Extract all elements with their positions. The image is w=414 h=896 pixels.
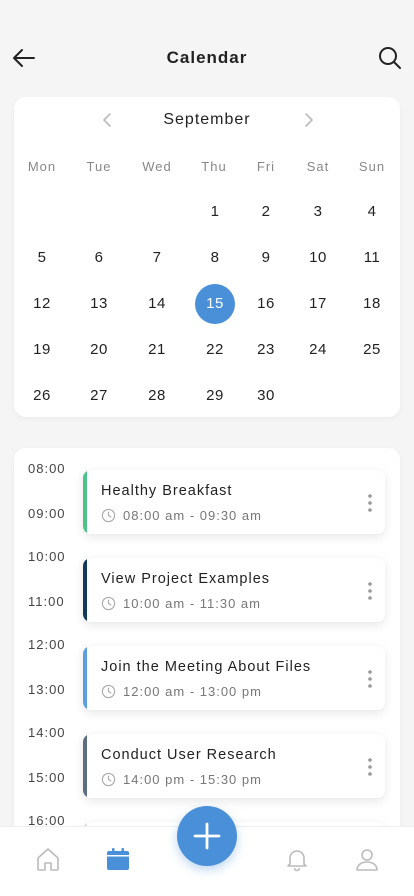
- event-card[interactable]: Conduct User Research 14:00 pm - 15:30 p…: [83, 734, 385, 798]
- more-vertical-icon[interactable]: [366, 669, 374, 689]
- calendar-day[interactable]: 14: [137, 284, 177, 324]
- calendar-day: [352, 376, 392, 416]
- time-label: 09:00: [28, 506, 66, 521]
- time-label: 10:00: [28, 549, 66, 564]
- calendar-day[interactable]: 13: [79, 284, 119, 324]
- event-time: 08:00 am - 09:30 am: [123, 508, 262, 523]
- calendar-day: [22, 192, 62, 232]
- home-icon[interactable]: [34, 845, 62, 873]
- calendar-day[interactable]: 24: [298, 330, 338, 370]
- event-title: Join the Meeting About Files: [101, 659, 312, 675]
- search-icon[interactable]: [376, 44, 404, 72]
- weekday-label: Fri: [256, 159, 276, 174]
- more-vertical-icon[interactable]: [366, 757, 374, 777]
- calendar-icon[interactable]: [104, 845, 132, 873]
- calendar-day[interactable]: 28: [137, 376, 177, 416]
- event-title: Healthy Breakfast: [101, 483, 233, 499]
- event-time: 12:00 am - 13:00 pm: [123, 684, 262, 699]
- clock-icon: [101, 508, 116, 523]
- time-label: 11:00: [28, 594, 65, 609]
- calendar-day[interactable]: 10: [298, 238, 338, 278]
- chevron-right-icon[interactable]: [300, 111, 318, 129]
- calendar-day[interactable]: 6: [79, 238, 119, 278]
- calendar-day[interactable]: 18: [352, 284, 392, 324]
- time-label: 12:00: [28, 637, 66, 652]
- time-label: 14:00: [28, 725, 66, 740]
- weekday-label: Wed: [142, 159, 172, 174]
- app-header: Calendar: [0, 0, 414, 96]
- calendar-day[interactable]: 23: [246, 330, 286, 370]
- weekday-label: Sun: [358, 159, 386, 174]
- event-time: 10:00 am - 11:30 am: [123, 596, 261, 611]
- calendar-day[interactable]: 9: [246, 238, 286, 278]
- calendar-day[interactable]: 22: [195, 330, 235, 370]
- calendar-day[interactable]: 7: [137, 238, 177, 278]
- calendar-day[interactable]: 8: [195, 238, 235, 278]
- event-title: View Project Examples: [101, 571, 271, 587]
- calendar-day[interactable]: 25: [352, 330, 392, 370]
- add-event-button[interactable]: [177, 806, 237, 866]
- event-title: Conduct User Research: [101, 747, 277, 763]
- more-vertical-icon[interactable]: [366, 581, 374, 601]
- weekday-label: Tue: [86, 159, 112, 174]
- bell-icon[interactable]: [283, 845, 311, 873]
- event-color-bar: [83, 646, 87, 710]
- clock-icon: [101, 684, 116, 699]
- event-color-bar: [83, 734, 87, 798]
- time-label: 08:00: [28, 461, 66, 476]
- event-color-bar: [83, 470, 87, 534]
- calendar-day[interactable]: 5: [22, 238, 62, 278]
- calendar-day[interactable]: 3: [298, 192, 338, 232]
- calendar-day[interactable]: 4: [352, 192, 392, 232]
- time-label: 15:00: [28, 770, 66, 785]
- calendar-day[interactable]: 11: [352, 238, 392, 278]
- calendar-day[interactable]: 12: [22, 284, 62, 324]
- month-label: September: [163, 111, 251, 128]
- calendar-day[interactable]: 1: [195, 192, 235, 232]
- calendar-day: [298, 376, 338, 416]
- add-icon: [193, 822, 221, 850]
- weekday-label: Sat: [306, 159, 330, 174]
- clock-icon: [101, 596, 116, 611]
- calendar-day[interactable]: 19: [22, 330, 62, 370]
- event-time: 14:00 pm - 15:30 pm: [123, 772, 262, 787]
- calendar-day[interactable]: 30: [246, 376, 286, 416]
- calendar-day-selected[interactable]: 15: [195, 284, 235, 324]
- weekday-label: Thu: [201, 159, 227, 174]
- weekday-label: Mon: [27, 159, 57, 174]
- calendar-day[interactable]: 16: [246, 284, 286, 324]
- calendar-day: [137, 192, 177, 232]
- more-vertical-icon[interactable]: [366, 493, 374, 513]
- calendar-day[interactable]: 21: [137, 330, 177, 370]
- calendar-day[interactable]: 20: [79, 330, 119, 370]
- time-label: 13:00: [28, 682, 66, 697]
- calendar-day: [79, 192, 119, 232]
- month-selector: September: [14, 97, 400, 143]
- clock-icon: [101, 772, 116, 787]
- profile-icon[interactable]: [353, 845, 381, 873]
- calendar-day[interactable]: 29: [195, 376, 235, 416]
- page-title: Calendar: [166, 48, 248, 67]
- event-card[interactable]: View Project Examples 10:00 am - 11:30 a…: [83, 558, 385, 622]
- calendar-card: September Mon Tue Wed Thu Fri Sat Sun 1 …: [14, 97, 400, 417]
- calendar-day[interactable]: 2: [246, 192, 286, 232]
- calendar-day[interactable]: 26: [22, 376, 62, 416]
- event-color-bar: [83, 558, 87, 622]
- calendar-day[interactable]: 27: [79, 376, 119, 416]
- event-card[interactable]: Join the Meeting About Files 12:00 am - …: [83, 646, 385, 710]
- event-card[interactable]: Healthy Breakfast 08:00 am - 09:30 am: [83, 470, 385, 534]
- calendar-day[interactable]: 17: [298, 284, 338, 324]
